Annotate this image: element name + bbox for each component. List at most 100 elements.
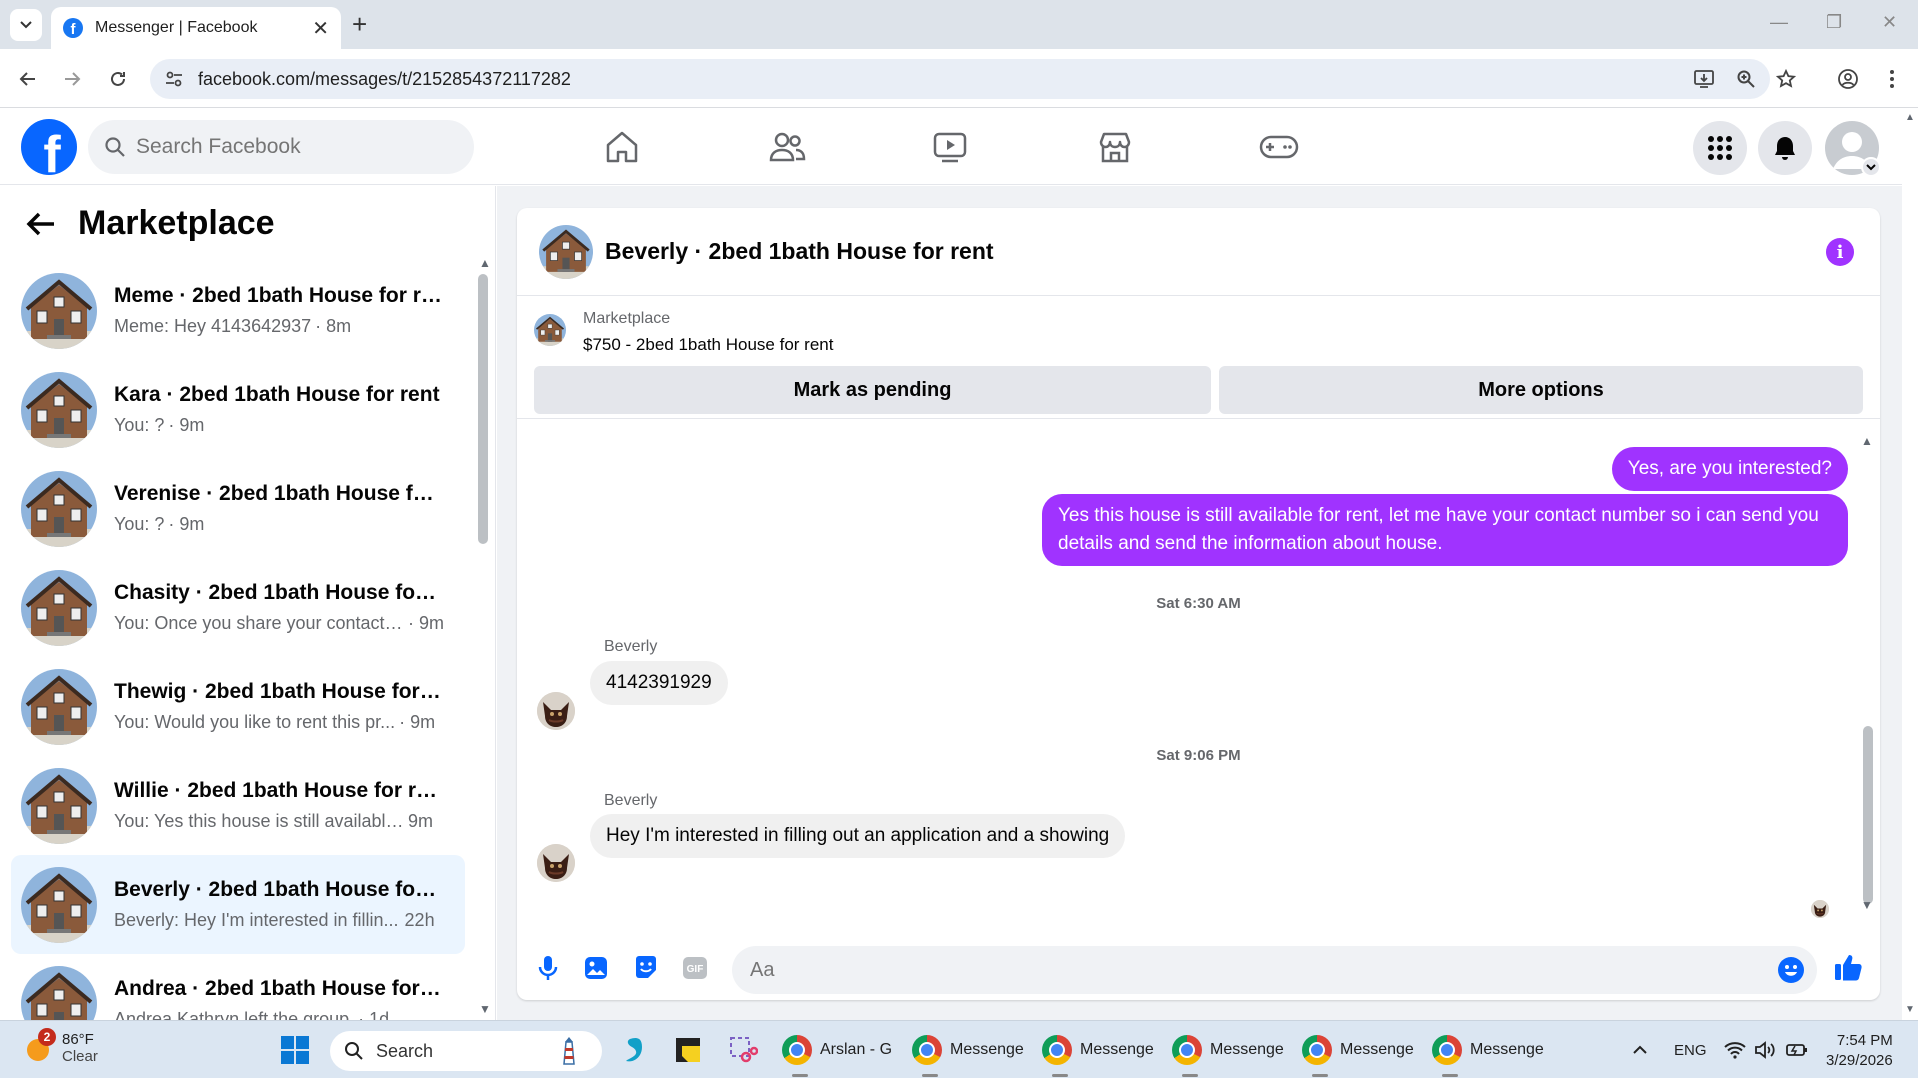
tray-overflow-icon[interactable]	[1632, 1021, 1648, 1078]
window-close-icon[interactable]: ✕	[1882, 12, 1897, 33]
site-settings-icon[interactable]	[164, 69, 184, 89]
menu-grid-button[interactable]	[1693, 121, 1747, 175]
snipping-tool-icon[interactable]	[728, 1029, 758, 1071]
windows-start-icon[interactable]	[280, 1029, 310, 1071]
taskbar-window-label: Arslan - G	[820, 1041, 893, 1058]
taskbar-chrome-window[interactable]: Messenge	[1172, 1029, 1284, 1077]
page-scroll-up-icon[interactable]: ▲	[1905, 112, 1915, 123]
conversation-list-panel: Marketplace Meme · 2bed 1bath House for …	[0, 186, 496, 1020]
photo-icon[interactable]	[581, 953, 611, 983]
back-icon[interactable]	[14, 65, 42, 93]
conversation-item[interactable]: Kara · 2bed 1bath House for rent You: ? ·…	[11, 360, 465, 459]
chat-title[interactable]: Beverly · 2bed 1bath House for rent	[605, 238, 994, 265]
timestamp: Sat 6:30 AM	[1156, 595, 1241, 612]
language-indicator[interactable]: ENG	[1674, 1021, 1707, 1078]
conversation-item[interactable]: Andrea · 2bed 1bath House for r... Andre…	[11, 954, 465, 1020]
notifications-button[interactable]	[1758, 121, 1812, 175]
gaming-icon[interactable]	[1254, 122, 1304, 172]
conversation-item[interactable]: Chasity · 2bed 1bath House for r... You:…	[11, 558, 465, 657]
listing-avatar	[21, 768, 97, 844]
sender-name: Beverly	[604, 792, 658, 809]
panel-title: Marketplace	[78, 204, 275, 242]
sender-avatar[interactable]	[537, 692, 575, 730]
listing-thumbnail[interactable]	[534, 314, 566, 346]
gif-icon[interactable]: GIF	[680, 953, 710, 983]
sticky-notes-icon[interactable]	[674, 1029, 702, 1071]
thumbs-up-icon[interactable]	[1831, 950, 1865, 984]
sticker-icon[interactable]	[631, 953, 661, 983]
chrome-icon	[1172, 1035, 1202, 1065]
profile-icon[interactable]	[1834, 65, 1862, 93]
conversation-item[interactable]: Thewig · 2bed 1bath House for r... You: …	[11, 657, 465, 756]
message-thread: Yes, are you interested? Yes this house …	[517, 420, 1880, 940]
url-bar[interactable]: facebook.com/messages/t/2152854372117282	[150, 59, 1770, 99]
taskbar-chrome-window[interactable]: Arslan - G	[782, 1029, 893, 1077]
listing-avatar	[21, 372, 97, 448]
conversation-item[interactable]: Willie · 2bed 1bath House for rent You: …	[11, 756, 465, 855]
sender-avatar[interactable]	[537, 844, 575, 882]
facebook-logo-icon[interactable]: f	[21, 119, 77, 175]
conversation-list-scrollbar[interactable]	[478, 274, 488, 544]
reload-icon[interactable]	[104, 65, 132, 93]
conversation-item-active[interactable]: Beverly · 2bed 1bath House for r... Beve…	[11, 855, 465, 954]
mark-as-pending-button[interactable]: Mark as pending	[534, 366, 1211, 414]
video-icon[interactable]	[925, 122, 975, 172]
chat-scrollbar[interactable]	[1863, 726, 1873, 904]
message-input-box[interactable]	[732, 946, 1817, 994]
facebook-search[interactable]	[88, 120, 474, 174]
listing-title[interactable]: $750 - 2bed 1bath House for rent	[583, 335, 833, 355]
taskbar-chrome-window[interactable]: Messenge	[1432, 1029, 1544, 1077]
marketplace-icon[interactable]	[1090, 122, 1140, 172]
taskbar-chrome-window[interactable]: Messenge	[1042, 1029, 1154, 1077]
account-avatar[interactable]	[1825, 121, 1881, 177]
page-scrollbar[interactable]: ▲ ▼	[1902, 108, 1918, 1020]
emoji-icon[interactable]	[1777, 956, 1805, 984]
more-options-button[interactable]: More options	[1219, 366, 1863, 414]
conversation-item[interactable]: Verenise · 2bed 1bath House for ... You:…	[11, 459, 465, 558]
home-icon[interactable]	[597, 122, 647, 172]
outgoing-message[interactable]: Yes this house is still available for re…	[1042, 494, 1848, 566]
microphone-icon[interactable]	[533, 953, 563, 983]
friends-icon[interactable]	[762, 122, 812, 172]
chat-avatar[interactable]	[539, 225, 593, 279]
back-arrow-icon[interactable]	[26, 211, 56, 237]
conversation-name: Willie · 2bed 1bath House for rent	[114, 779, 444, 802]
tab-search-button[interactable]	[10, 9, 42, 41]
weather-widget[interactable]: 2 86°F Clear	[22, 1028, 98, 1065]
facebook-search-input[interactable]	[136, 135, 436, 159]
new-tab-icon[interactable]: +	[352, 10, 367, 38]
browser-tab[interactable]: f Messenger | Facebook ✕	[51, 7, 341, 49]
zoom-icon[interactable]	[1732, 65, 1760, 93]
restore-icon[interactable]: ❐	[1826, 12, 1842, 33]
taskbar-chrome-window[interactable]: Messenge	[912, 1029, 1024, 1077]
conversation-item[interactable]: Meme · 2bed 1bath House for rent Meme: H…	[11, 261, 465, 360]
bookmark-star-icon[interactable]	[1772, 65, 1800, 93]
chat-scroll-up-icon[interactable]: ▲	[1861, 434, 1873, 448]
conversation-preview: You: Once you share your contact ...	[114, 613, 404, 633]
conversation-preview: You: ?	[114, 415, 165, 435]
browser-menu-icon[interactable]	[1878, 65, 1906, 93]
info-icon[interactable]: i	[1826, 238, 1854, 266]
incoming-message[interactable]: 4142391929	[590, 661, 728, 705]
system-clock[interactable]: 7:54 PM 3/29/2026	[1826, 1031, 1893, 1071]
minimize-icon[interactable]: —	[1770, 12, 1788, 33]
forward-icon[interactable]	[58, 65, 86, 93]
taskbar-chrome-window[interactable]: Messenge	[1302, 1029, 1414, 1077]
account-chevron-icon[interactable]	[1861, 157, 1881, 177]
message-input[interactable]	[750, 958, 1750, 982]
taskbar-search-label: Search	[376, 1040, 434, 1061]
skype-app-icon[interactable]	[620, 1029, 648, 1071]
taskbar-search[interactable]: Search	[330, 1031, 602, 1071]
incoming-message[interactable]: Hey I'm interested in filling out an app…	[590, 814, 1126, 858]
windows-taskbar: 2 86°F Clear Search Arslan - G Messenge …	[0, 1020, 1918, 1078]
battery-icon[interactable]	[1786, 1021, 1808, 1078]
install-app-icon[interactable]	[1690, 65, 1718, 93]
volume-icon[interactable]	[1754, 1021, 1776, 1078]
scroll-down-arrow-icon[interactable]: ▼	[479, 1002, 491, 1016]
chat-scroll-down-icon[interactable]: ▼	[1861, 898, 1873, 912]
tab-close-icon[interactable]: ✕	[312, 16, 329, 41]
wifi-icon[interactable]	[1724, 1021, 1746, 1078]
scroll-up-arrow-icon[interactable]: ▲	[479, 256, 491, 270]
page-scroll-down-icon[interactable]: ▼	[1905, 1004, 1915, 1015]
outgoing-message[interactable]: Yes, are you interested?	[1611, 447, 1848, 491]
